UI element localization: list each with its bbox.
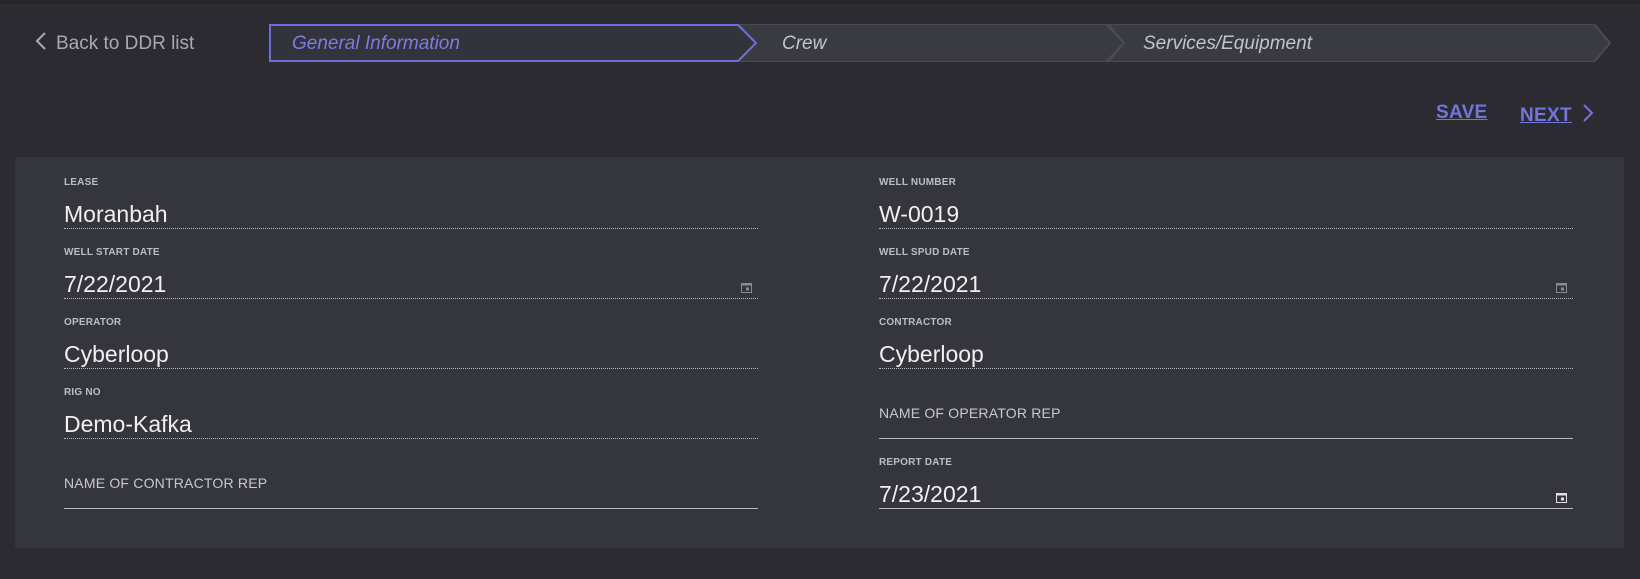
back-link-label: Back to DDR list xyxy=(56,33,195,54)
rig-no-value[interactable]: Demo-Kafka xyxy=(64,411,192,438)
contractor-rep-placeholder[interactable]: NAME OF CONTRACTOR REP xyxy=(64,475,267,491)
calendar-icon[interactable] xyxy=(1556,282,1567,293)
well-number-label: WELL NUMBER xyxy=(879,177,957,188)
well-spud-date-value[interactable]: 7/22/2021 xyxy=(879,271,981,298)
well-spud-date-label: WELL SPUD DATE xyxy=(879,247,970,258)
lease-underline xyxy=(64,228,758,229)
contractor-value[interactable]: Cyberloop xyxy=(879,341,984,368)
contractor-rep-underline xyxy=(64,508,758,509)
operator-rep-placeholder[interactable]: NAME OF OPERATOR REP xyxy=(879,405,1061,421)
well-number-underline xyxy=(879,228,1573,229)
wizard-stepper: General Information Crew Services/Equipm… xyxy=(268,24,1612,62)
next-button[interactable]: NEXT xyxy=(1520,102,1594,129)
well-start-date-underline xyxy=(64,298,758,299)
top-edge xyxy=(0,0,1640,4)
save-button[interactable]: SAVE xyxy=(1436,102,1488,124)
well-number-value[interactable]: W-0019 xyxy=(879,201,959,228)
operator-underline xyxy=(64,368,758,369)
well-start-date-label: WELL START DATE xyxy=(64,247,160,258)
report-date-value[interactable]: 7/23/2021 xyxy=(879,481,981,508)
well-spud-date-underline xyxy=(879,298,1573,299)
lease-value[interactable]: Moranbah xyxy=(64,201,168,228)
calendar-icon[interactable] xyxy=(741,282,752,293)
step-general-information[interactable]: General Information xyxy=(292,33,460,55)
operator-rep-underline xyxy=(879,438,1573,439)
next-button-label: NEXT xyxy=(1520,104,1572,126)
chevron-left-icon xyxy=(34,30,48,58)
step-services-equipment[interactable]: Services/Equipment xyxy=(1143,33,1312,55)
report-date-label: REPORT DATE xyxy=(879,457,953,468)
well-start-date-value[interactable]: 7/22/2021 xyxy=(64,271,166,298)
operator-value[interactable]: Cyberloop xyxy=(64,341,169,368)
back-to-list-link[interactable]: Back to DDR list xyxy=(34,30,194,58)
step-crew[interactable]: Crew xyxy=(782,33,826,55)
contractor-underline xyxy=(879,368,1573,369)
lease-label: LEASE xyxy=(64,177,99,188)
chevron-right-icon xyxy=(1582,102,1594,129)
rig-no-underline xyxy=(64,438,758,439)
general-information-form: LEASE Moranbah WELL START DATE 7/22/2021… xyxy=(15,157,1624,548)
rig-no-label: RIG NO xyxy=(64,387,101,398)
operator-label: OPERATOR xyxy=(64,317,122,328)
contractor-label: CONTRACTOR xyxy=(879,317,952,328)
report-date-underline xyxy=(879,508,1573,509)
calendar-icon[interactable] xyxy=(1556,492,1567,503)
